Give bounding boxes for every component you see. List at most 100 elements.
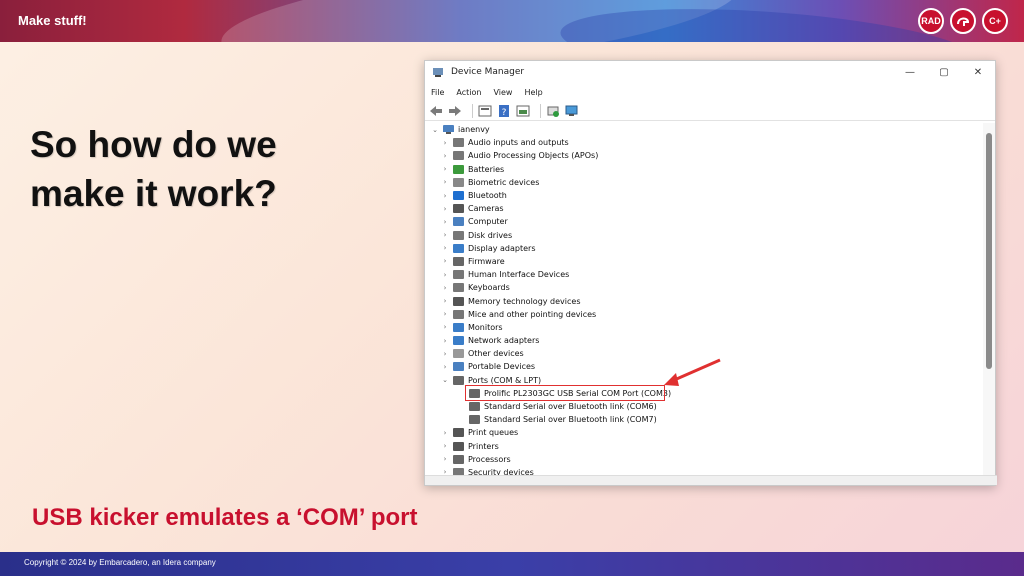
- chevron-right-icon[interactable]: ›: [441, 165, 449, 173]
- chevron-right-icon[interactable]: ›: [441, 297, 449, 305]
- delphi-logo: [950, 8, 976, 34]
- tree-item-label: Disk drives: [468, 230, 513, 240]
- tree-root[interactable]: ⌄ ianenvy: [425, 123, 985, 136]
- memory-icon: [453, 296, 464, 306]
- horizontal-scrollbar[interactable]: [425, 475, 997, 485]
- tree-category-item[interactable]: › Other devices: [425, 347, 985, 360]
- tree-category-item[interactable]: › Cameras: [425, 202, 985, 215]
- tree-category-item[interactable]: › Audio inputs and outputs: [425, 136, 985, 149]
- chevron-down-icon[interactable]: ⌄: [431, 126, 439, 134]
- battery-icon: [453, 164, 464, 174]
- chevron-right-icon[interactable]: ›: [441, 350, 449, 358]
- chevron-right-icon[interactable]: ›: [441, 271, 449, 279]
- tree-category-item[interactable]: › Firmware: [425, 255, 985, 268]
- window-titlebar[interactable]: Device Manager — ▢ ✕: [425, 61, 995, 83]
- chevron-right-icon[interactable]: ›: [441, 244, 449, 252]
- chevron-right-icon[interactable]: ›: [441, 284, 449, 292]
- menu-bar: File Action View Help: [425, 83, 995, 101]
- tree-category-item[interactable]: › Audio Processing Objects (APOs): [425, 149, 985, 162]
- tree-category-item[interactable]: › Bluetooth: [425, 189, 985, 202]
- chevron-right-icon[interactable]: ›: [441, 231, 449, 239]
- tree-item-label: Biometric devices: [468, 177, 540, 187]
- device-tree[interactable]: ⌄ ianenvy › Audio inputs and outputs › Audi…: [425, 123, 985, 477]
- tree-item-label: Computer: [468, 217, 508, 227]
- tree-item-label: Firmware: [468, 256, 505, 266]
- display-icon: [453, 243, 464, 253]
- tree-category-item[interactable]: › Processors: [425, 453, 985, 466]
- mouse-icon: [453, 309, 464, 319]
- chevron-right-icon[interactable]: ›: [441, 455, 449, 463]
- help-icon[interactable]: ?: [497, 104, 511, 117]
- tree-item-label: Audio inputs and outputs: [468, 138, 569, 148]
- chevron-right-icon[interactable]: ›: [441, 178, 449, 186]
- scrollbar-thumb[interactable]: [986, 133, 992, 369]
- tree-item-label: Processors: [468, 454, 511, 464]
- menu-help[interactable]: Help: [524, 88, 542, 97]
- tree-category-item[interactable]: › Disk drives: [425, 229, 985, 242]
- chevron-right-icon[interactable]: ›: [441, 442, 449, 450]
- toolbar-separator: [472, 103, 473, 118]
- chevron-right-icon[interactable]: ›: [441, 363, 449, 371]
- chevron-right-icon[interactable]: ›: [441, 205, 449, 213]
- other-icon: [453, 349, 464, 359]
- chevron-down-icon[interactable]: ⌄: [441, 376, 449, 384]
- forward-arrow-icon[interactable]: [448, 105, 462, 117]
- menu-file[interactable]: File: [431, 88, 444, 97]
- audio-icon: [453, 138, 464, 148]
- vertical-scrollbar[interactable]: [983, 123, 995, 475]
- chevron-right-icon[interactable]: ›: [441, 192, 449, 200]
- port-icon: [453, 375, 464, 385]
- chevron-right-icon[interactable]: ›: [441, 139, 449, 147]
- chevron-right-icon[interactable]: ›: [441, 152, 449, 160]
- device-manager-window[interactable]: Device Manager — ▢ ✕ File Action View He…: [424, 60, 997, 486]
- close-button[interactable]: ✕: [961, 67, 995, 78]
- tree-category-item[interactable]: › Mice and other pointing devices: [425, 308, 985, 321]
- menu-view[interactable]: View: [493, 88, 512, 97]
- chevron-right-icon[interactable]: ›: [441, 337, 449, 345]
- banner-title: Make stuff!: [18, 13, 87, 28]
- toolbar-separator: [540, 103, 541, 118]
- tree-category-item[interactable]: › Human Interface Devices: [425, 268, 985, 281]
- network-icon: [453, 336, 464, 346]
- tree-category-item[interactable]: › Printers: [425, 440, 985, 453]
- computer-icon: [453, 217, 464, 227]
- tree-item-label: Network adapters: [468, 336, 540, 346]
- tree-category-item[interactable]: › Network adapters: [425, 334, 985, 347]
- back-arrow-icon[interactable]: [429, 105, 443, 117]
- properties-icon[interactable]: [478, 105, 492, 117]
- tree-item-label: Portable Devices: [468, 362, 536, 372]
- window-title: Device Manager: [451, 67, 525, 77]
- chevron-right-icon[interactable]: ›: [441, 310, 449, 318]
- update-driver-icon[interactable]: [546, 105, 560, 117]
- tree-item-label: Print queues: [468, 428, 519, 438]
- chevron-right-icon[interactable]: ›: [441, 218, 449, 226]
- tree-category-item[interactable]: › Keyboards: [425, 281, 985, 294]
- cpu-icon: [453, 454, 464, 464]
- tree-category-item[interactable]: › Memory technology devices: [425, 294, 985, 307]
- chevron-right-icon[interactable]: ›: [441, 429, 449, 437]
- chevron-right-icon[interactable]: ›: [441, 257, 449, 265]
- toolbar: ?: [425, 101, 995, 121]
- rad-studio-logo: RAD: [918, 8, 944, 34]
- tree-category-item[interactable]: › Display adapters: [425, 242, 985, 255]
- tree-item-label: Human Interface Devices: [468, 270, 570, 280]
- scan-hardware-icon[interactable]: [565, 105, 579, 117]
- tree-child-item[interactable]: Standard Serial over Bluetooth link (COM…: [425, 413, 985, 426]
- tree-category-item[interactable]: › Portable Devices: [425, 360, 985, 373]
- tree-category-item[interactable]: › Batteries: [425, 163, 985, 176]
- tree-item-label: Monitors: [468, 322, 503, 332]
- chevron-right-icon[interactable]: ›: [441, 323, 449, 331]
- menu-action[interactable]: Action: [456, 88, 481, 97]
- tree-category-item[interactable]: › Print queues: [425, 426, 985, 439]
- tree-category-item[interactable]: › Computer: [425, 215, 985, 228]
- view-icon[interactable]: [516, 105, 530, 117]
- maximize-button[interactable]: ▢: [927, 67, 961, 78]
- monitor-icon: [453, 322, 464, 332]
- top-banner: Make stuff! RAD C+: [0, 0, 1024, 42]
- tree-child-item[interactable]: Standard Serial over Bluetooth link (COM…: [425, 400, 985, 413]
- bluetooth-icon: [453, 191, 464, 201]
- footer-bar: Copyright © 2024 by Embarcadero, an Ider…: [0, 552, 1024, 576]
- tree-category-item[interactable]: › Monitors: [425, 321, 985, 334]
- tree-category-item[interactable]: › Biometric devices: [425, 176, 985, 189]
- minimize-button[interactable]: —: [893, 67, 927, 78]
